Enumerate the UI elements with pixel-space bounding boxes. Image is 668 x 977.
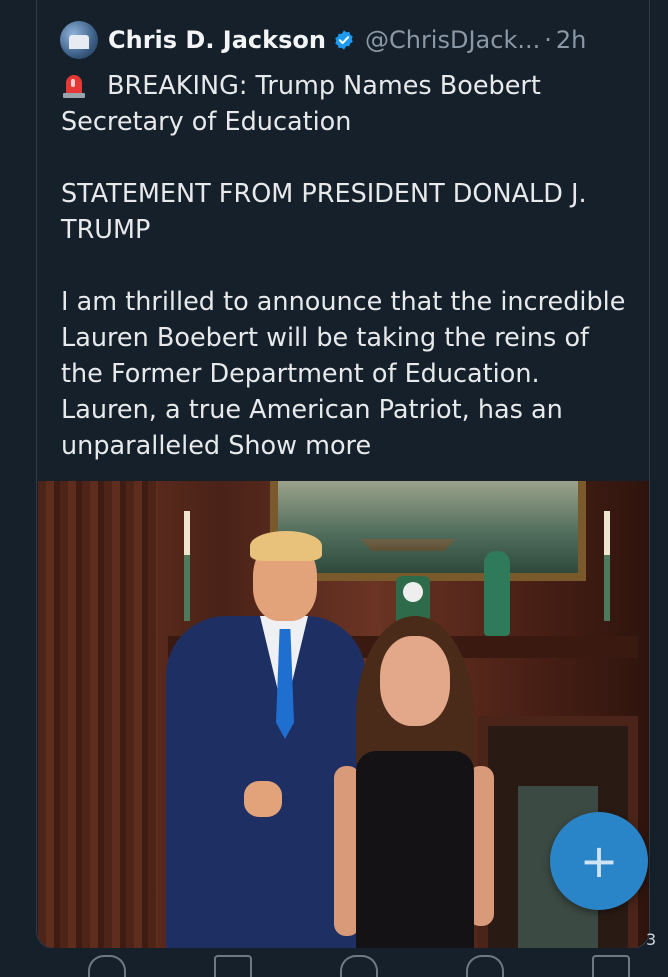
man-hair	[250, 531, 322, 561]
notifications-icon[interactable]	[466, 955, 504, 977]
show-more-link[interactable]: Show more	[228, 431, 371, 461]
author-avatar[interactable]	[60, 21, 98, 59]
edge-glyph: 3	[646, 930, 657, 949]
tweet-header: Chris D. Jackson @ChrisDJack... · 2h	[60, 19, 586, 61]
messages-icon[interactable]	[592, 955, 630, 977]
candlestick-left	[184, 511, 190, 621]
thumbs-up-hand	[244, 781, 282, 817]
tweet-line: BREAKING: Trump Names Boebert	[61, 68, 641, 104]
siren-icon	[63, 75, 85, 98]
author-name[interactable]: Chris D. Jackson	[108, 26, 326, 54]
grok-icon[interactable]	[214, 955, 252, 977]
search-icon[interactable]	[88, 955, 126, 977]
tweet-line: I am thrilled to announce that the incre…	[61, 287, 626, 317]
plus-icon: +	[579, 834, 619, 888]
tweet-line: the Former Department of Education.	[61, 359, 540, 389]
tweet-line: Lauren Boebert will be taking the reins …	[61, 323, 590, 353]
separator-dot: ·	[544, 26, 552, 54]
woman-head	[380, 636, 450, 726]
ship-painting	[270, 481, 586, 581]
tweet-line: Lauren, a true American Patriot, has an	[61, 395, 563, 425]
tweet-line: unparalleled Show more	[61, 428, 641, 464]
tweet-line: STATEMENT FROM PRESIDENT DONALD J.	[61, 179, 587, 209]
verified-badge-icon	[335, 30, 353, 50]
compose-button[interactable]: +	[550, 812, 648, 910]
tweet-text: BREAKING: Trump Names Boebert Secretary …	[61, 68, 641, 464]
candlestick-right	[604, 511, 610, 621]
tweet-line-text: unparalleled	[61, 431, 221, 461]
communities-icon[interactable]	[340, 955, 378, 977]
tweet-line: Secretary of Education	[61, 107, 352, 137]
woman-dress	[356, 751, 474, 948]
tweet-card[interactable]: Chris D. Jackson @ChrisDJack... · 2h BRE…	[36, 0, 650, 949]
author-handle[interactable]: @ChrisDJack...	[365, 26, 540, 54]
tweet-timestamp[interactable]: 2h	[556, 26, 586, 54]
wood-panel	[38, 481, 158, 948]
tweet-line: TRUMP	[61, 215, 151, 245]
green-urn	[484, 551, 510, 636]
tweet-line-text: BREAKING: Trump Names Boebert	[107, 71, 541, 101]
ship-shape	[360, 491, 456, 551]
